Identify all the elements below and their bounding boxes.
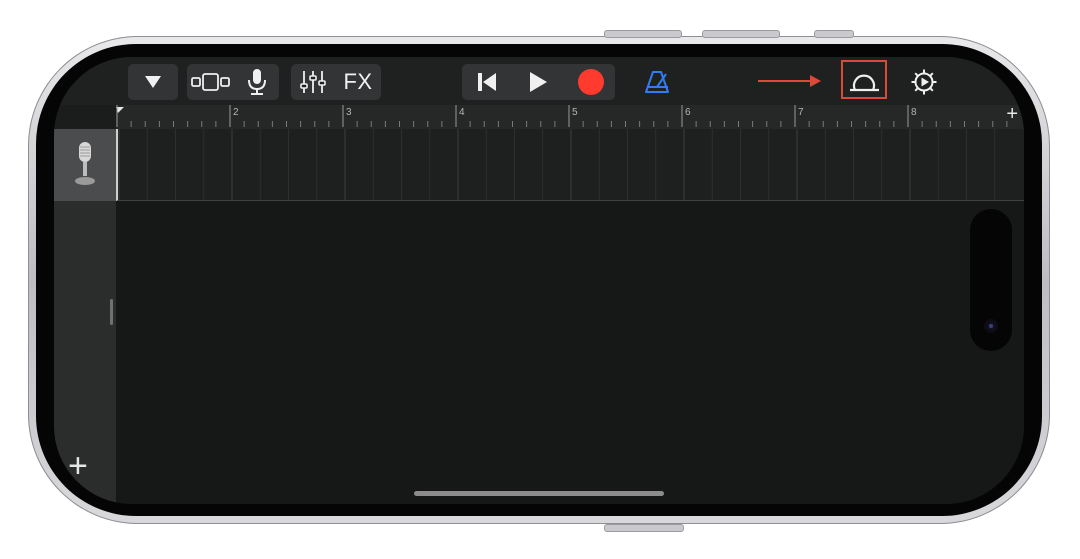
front-camera: [984, 319, 998, 333]
track-grid: [118, 129, 996, 200]
track-header-audio-recorder[interactable]: [54, 129, 116, 201]
fx-button[interactable]: FX: [338, 66, 378, 98]
gear-play-icon: [911, 69, 937, 95]
play-icon: [530, 72, 547, 92]
tracks-view-button[interactable]: [190, 66, 232, 98]
dynamic-island: [970, 209, 1012, 351]
tracks-dropdown-button[interactable]: [142, 69, 164, 95]
bar-number-4: 4: [459, 107, 465, 118]
tracks-view-icon: [191, 73, 230, 91]
skip-back-icon: [478, 73, 496, 91]
microphone-icon: [248, 69, 266, 95]
add-track-button[interactable]: +: [68, 449, 88, 483]
volume-down-button: [702, 30, 780, 38]
microphone-icon: [75, 142, 95, 185]
metronome-button[interactable]: [640, 66, 674, 98]
go-to-beginning-button[interactable]: [468, 66, 506, 98]
record-icon: [578, 69, 604, 95]
timeline-ruler[interactable]: 2 3 4 5 6 7 8 +: [116, 103, 1024, 130]
input-settings-button[interactable]: [242, 66, 272, 98]
bar-number-8: 8: [911, 107, 917, 118]
garageband-screen: FX 2 3 4 5 6 7 8 + +: [54, 57, 1024, 504]
record-button[interactable]: [570, 66, 612, 98]
bar-number-7: 7: [798, 107, 804, 118]
bar-number-5: 5: [572, 107, 578, 118]
annotation-arrow: [758, 80, 812, 82]
triangle-down-icon: [145, 76, 161, 88]
action-button: [814, 30, 854, 38]
bar-number-3: 3: [346, 107, 352, 118]
track-lane[interactable]: [116, 129, 1024, 201]
annotation-highlight-box: [841, 60, 887, 99]
side-button: [604, 524, 684, 532]
ruler-ticks: [116, 105, 1008, 127]
add-section-button[interactable]: +: [1006, 103, 1018, 126]
annotation-arrow-head: [810, 75, 821, 87]
sliders-icon: [300, 71, 326, 93]
tracks-workspace[interactable]: [116, 201, 1024, 504]
home-indicator[interactable]: [414, 491, 664, 496]
bar-number-2: 2: [233, 107, 239, 118]
metronome-icon: [645, 71, 669, 93]
play-button[interactable]: [518, 66, 558, 98]
volume-up-button: [604, 30, 682, 38]
song-settings-button[interactable]: [906, 66, 942, 98]
track-controls-button[interactable]: [295, 66, 331, 98]
track-header-resize-handle[interactable]: [110, 299, 113, 325]
bar-number-6: 6: [685, 107, 691, 118]
